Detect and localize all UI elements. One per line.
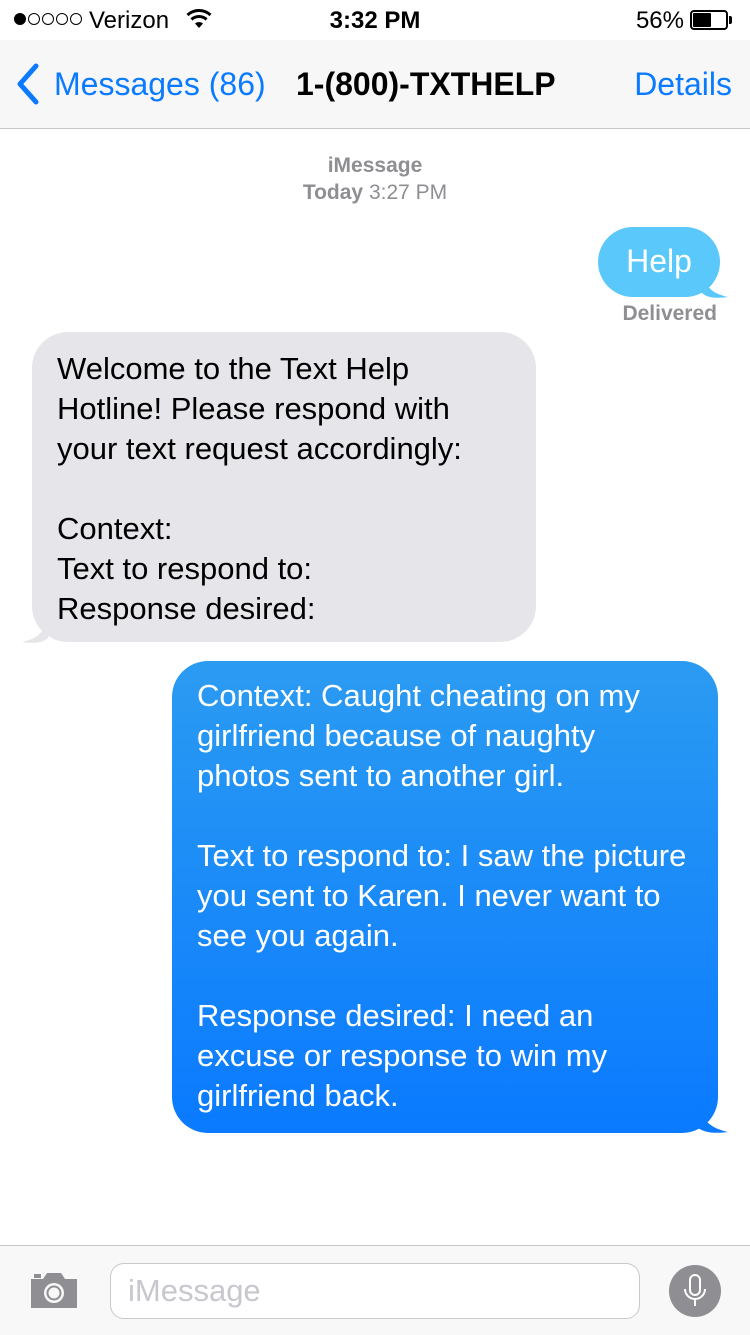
bubble-tail xyxy=(698,1104,728,1133)
message-input-bar xyxy=(0,1245,750,1335)
camera-icon[interactable] xyxy=(28,1270,80,1310)
timestamp-time: 3:27 PM xyxy=(368,181,448,204)
chevron-left-icon xyxy=(17,63,39,105)
back-button-label: Messages (86) xyxy=(54,66,266,102)
bubble-tail xyxy=(702,269,728,298)
status-bar: Verizon 3:32 PM 56% xyxy=(0,0,750,40)
thread-timestamp: Today 3:27 PM xyxy=(0,181,750,205)
bubble-tail xyxy=(22,614,48,643)
microphone-icon xyxy=(684,1274,706,1306)
battery-level xyxy=(693,13,711,27)
conversation-title: 1-(800)-TXTHELP xyxy=(296,66,556,102)
message-thread: iMessage Today 3:27 PM Help Delivered We… xyxy=(0,129,750,1244)
outgoing-message-bubble[interactable]: Context: Caught cheating on my girlfrien… xyxy=(172,661,718,1133)
incoming-message-bubble[interactable]: Welcome to the Text Help Hotline! Please… xyxy=(32,332,536,642)
details-button[interactable]: Details xyxy=(634,62,732,106)
service-label: iMessage xyxy=(327,154,423,177)
delivery-status: Delivered xyxy=(622,302,717,325)
battery-percentage: 56% xyxy=(635,7,684,34)
battery-icon xyxy=(690,10,734,30)
back-button[interactable]: Messages (86) xyxy=(14,62,266,106)
navigation-bar: Messages (86) 1-(800)-TXTHELP Details xyxy=(0,40,750,129)
microphone-button[interactable] xyxy=(669,1265,721,1317)
timestamp-day: Today xyxy=(302,181,364,204)
message-input[interactable] xyxy=(110,1263,640,1319)
